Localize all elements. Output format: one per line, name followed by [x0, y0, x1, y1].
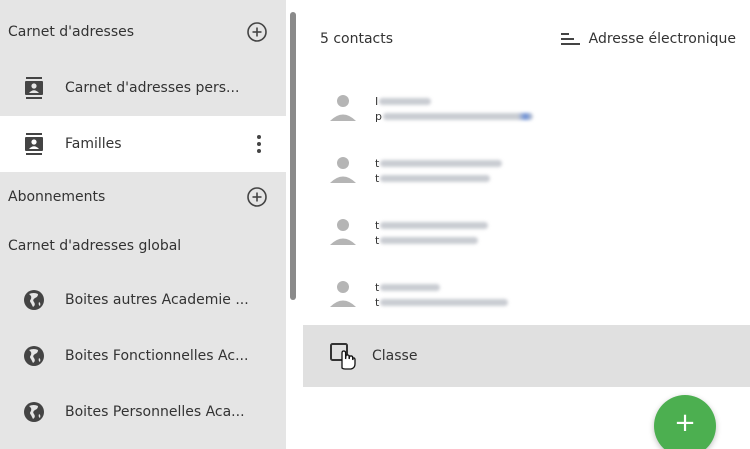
- sidebar-item-label: Boites Fonctionnelles Ac...: [65, 348, 249, 364]
- contact-list-panel: 5 contacts Adresse électronique I p t t: [303, 0, 750, 449]
- avatar-icon: [330, 157, 356, 183]
- contact-email-initial: t: [375, 234, 380, 247]
- globe-icon: [23, 289, 45, 311]
- sidebar-item-label: Boites autres Academie ...: [65, 292, 249, 308]
- contact-row[interactable]: I p: [303, 78, 750, 140]
- section-addressbooks-label: Carnet d'adresses: [8, 24, 135, 40]
- globe-icon: [23, 401, 45, 423]
- contact-row[interactable]: t t: [303, 140, 750, 202]
- sort-icon: [560, 33, 580, 45]
- add-circle-icon: [247, 187, 267, 207]
- contact-row[interactable]: t t: [303, 202, 750, 264]
- contact-email: [380, 175, 491, 182]
- sort-label: Adresse électronique: [588, 31, 736, 47]
- add-addressbook-button[interactable]: [246, 21, 268, 43]
- contact-name: [380, 284, 441, 291]
- contact-name: [379, 98, 432, 105]
- contact-row[interactable]: t t: [303, 264, 750, 326]
- contact-email-initial: p: [375, 110, 382, 123]
- contact-email: [380, 237, 479, 244]
- sidebar-item-familles[interactable]: Familles: [0, 116, 286, 172]
- contact-name-initial: t: [375, 219, 380, 232]
- avatar-icon: [330, 95, 356, 121]
- sidebar: Carnet d'adresses Carnet d'adresses pers…: [0, 0, 286, 449]
- contact-list-header: 5 contacts Adresse électronique: [303, 0, 750, 78]
- contact-name: [380, 222, 489, 229]
- section-global-label: Carnet d'adresses global: [8, 238, 182, 254]
- add-circle-icon: [247, 22, 267, 42]
- contact-email-initial: t: [375, 172, 380, 185]
- section-subscriptions: Abonnements: [0, 177, 286, 217]
- contact-name-initial: t: [375, 281, 380, 294]
- group-label: Classe: [372, 348, 418, 364]
- addressbook-icon: [23, 77, 45, 99]
- sidebar-item-global-personnelles[interactable]: Boites Personnelles Aca...: [0, 384, 286, 440]
- contact-email: [382, 113, 533, 120]
- sidebar-item-label: Boites Personnelles Aca...: [65, 404, 245, 420]
- sidebar-item-global-autres[interactable]: Boites autres Academie ...: [0, 272, 286, 328]
- sort-button[interactable]: Adresse électronique: [560, 31, 736, 47]
- avatar-icon: [330, 281, 356, 307]
- section-addressbooks: Carnet d'adresses: [0, 12, 286, 52]
- add-icon: +: [674, 408, 696, 438]
- group-row-classe[interactable]: Classe: [303, 325, 750, 387]
- sidebar-item-label: Carnet d'adresses pers...: [65, 80, 240, 96]
- sidebar-scrollbar[interactable]: [290, 12, 296, 300]
- avatar-icon: [330, 219, 356, 245]
- group-pointer-icon: [330, 343, 356, 370]
- contact-email-initial: t: [375, 296, 380, 309]
- contact-name: [380, 160, 503, 167]
- sidebar-item-global-fonctionnelles[interactable]: Boites Fonctionnelles Ac...: [0, 328, 286, 384]
- globe-icon: [23, 345, 45, 367]
- section-subscriptions-label: Abonnements: [8, 189, 106, 205]
- more-options-icon[interactable]: [252, 133, 266, 155]
- section-global-addressbook: Carnet d'adresses global: [0, 226, 286, 266]
- contact-email: [380, 299, 509, 306]
- contact-count: 5 contacts: [320, 31, 394, 47]
- add-subscription-button[interactable]: [246, 186, 268, 208]
- add-contact-button[interactable]: +: [654, 395, 716, 449]
- contact-name-initial: t: [375, 157, 380, 170]
- sidebar-item-addressbook-personal[interactable]: Carnet d'adresses pers...: [0, 60, 286, 116]
- contact-name-initial: I: [375, 95, 379, 108]
- addressbook-icon: [23, 133, 45, 155]
- sidebar-item-label: Familles: [65, 136, 122, 152]
